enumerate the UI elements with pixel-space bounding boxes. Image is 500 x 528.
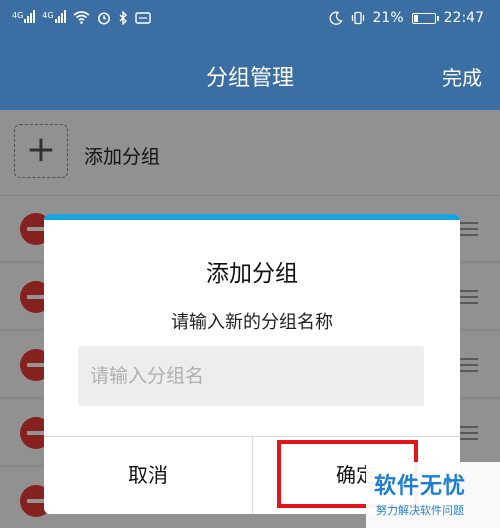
battery-fill	[413, 14, 418, 22]
wifi-icon	[73, 11, 90, 24]
cancel-button[interactable]: 取消	[44, 437, 252, 514]
status-left: 4G 4G	[12, 9, 151, 26]
network-tag: 4G	[12, 11, 24, 20]
done-button[interactable]: 完成	[442, 62, 482, 91]
battery-icon	[411, 12, 439, 24]
dialog-title: 添加分组	[206, 261, 298, 287]
vibrate-icon	[351, 11, 364, 25]
dialog-subtitle: 请输入新的分组名称	[171, 312, 333, 333]
dialog-accent-bar	[44, 214, 460, 220]
status-time: 22:47	[443, 10, 484, 26]
status-bar: 4G 4G 21% 22:47	[0, 0, 500, 40]
network-tag-2: 4G	[42, 11, 54, 20]
bluetooth-icon	[119, 10, 127, 25]
status-right: 21% 22:47	[329, 10, 484, 26]
app-header: 分组管理 完成	[0, 40, 500, 110]
group-name-input[interactable]	[78, 346, 424, 406]
signal-icon-2: 4G	[42, 9, 66, 26]
battery-percent: 21%	[372, 10, 404, 26]
signal-icon: 4G	[12, 9, 36, 26]
moon-icon	[329, 11, 343, 25]
watermark-logo: 软件无忧	[374, 474, 467, 499]
message-icon	[134, 11, 151, 24]
watermark-tagline: 努力解决软件问题	[376, 504, 464, 517]
page-title: 分组管理	[205, 66, 294, 91]
watermark: 软件无忧 努力解决软件问题	[366, 462, 500, 528]
alarm-icon	[97, 12, 110, 24]
